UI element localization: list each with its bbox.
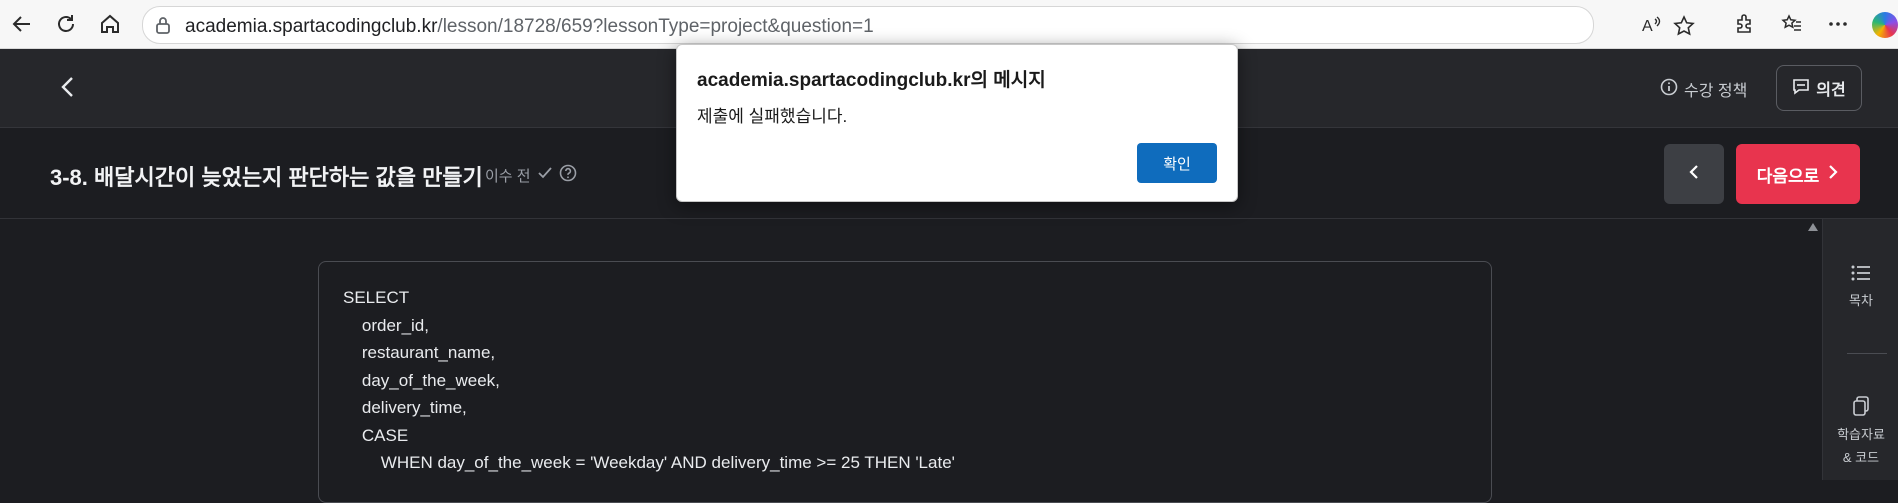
url-text[interactable]: academia.spartacodingclub.kr/lesson/1872…: [185, 16, 874, 38]
chevron-left-icon: [1687, 163, 1701, 186]
code-line: WHEN day_of_the_week = 'Weekday' AND del…: [343, 453, 955, 472]
code-line: day_of_the_week,: [343, 370, 500, 390]
code-block: SELECT order_id, restaurant_name, day_of…: [318, 261, 1492, 503]
back-arrow-icon[interactable]: [6, 8, 38, 40]
address-bar[interactable]: academia.spartacodingclub.kr/lesson/1872…: [142, 6, 1695, 44]
chevron-left-icon[interactable]: [58, 75, 78, 104]
home-icon[interactable]: [94, 8, 126, 40]
code-line: CASE: [343, 425, 409, 445]
previous-button[interactable]: [1664, 144, 1724, 204]
refresh-icon[interactable]: [50, 8, 82, 40]
info-circle-icon: [1660, 78, 1678, 101]
favorite-star-icon[interactable]: [1673, 15, 1695, 42]
code-line: delivery_time,: [343, 398, 467, 417]
code-line: order_id,: [343, 315, 429, 335]
feedback-button[interactable]: 의견: [1776, 65, 1862, 111]
ok-button[interactable]: 확인: [1137, 143, 1217, 183]
completion-status: 이수 전: [485, 164, 577, 186]
materials-button[interactable]: 학습자료 & 코드: [1823, 395, 1898, 466]
materials-label-2: & 코드: [1842, 450, 1880, 465]
code-line: SELECT: [343, 288, 410, 307]
svg-text:A: A: [1642, 18, 1653, 35]
side-panel: 목차 학습자료 & 코드: [1822, 219, 1898, 480]
url-domain: academia.spartacodingclub.kr: [185, 16, 438, 37]
feedback-label: 의견: [1816, 82, 1846, 99]
extensions-icon[interactable]: [1728, 8, 1760, 40]
policy-label: 수강 정책: [1684, 83, 1748, 100]
alert-dialog: academia.spartacodingclub.kr의 메시지 제출에 실패…: [676, 44, 1238, 202]
chat-bubble-icon: [1792, 77, 1810, 100]
code-line: restaurant_name,: [343, 343, 496, 362]
lock-icon[interactable]: [155, 16, 171, 39]
check-icon: [537, 166, 553, 184]
browser-toolbar: academia.spartacodingclub.kr/lesson/1872…: [0, 0, 1898, 49]
side-divider: [1847, 353, 1887, 354]
more-menu-icon[interactable]: [1822, 8, 1854, 40]
scroll-up-arrow-icon[interactable]: [1808, 223, 1818, 231]
status-label: 이수 전: [485, 167, 531, 185]
toc-label: 목차: [1849, 293, 1873, 308]
favorites-list-icon[interactable]: [1776, 8, 1808, 40]
lesson-title: 3-8. 배달시간이 늦었는지 판단하는 값을 만들기: [50, 165, 483, 190]
url-path: /lesson/18728/659?lessonType=project&que…: [437, 16, 874, 37]
read-aloud-icon[interactable]: A: [1641, 15, 1663, 40]
policy-link[interactable]: 수강 정책: [1660, 77, 1747, 101]
copilot-icon[interactable]: [1872, 12, 1898, 38]
next-label: 다음으로: [1756, 166, 1820, 186]
materials-label-1: 학습자료: [1837, 427, 1885, 442]
dialog-message: 제출에 실패했습니다.: [697, 107, 848, 126]
dialog-title: academia.spartacodingclub.kr의 메시지: [697, 70, 1046, 91]
chevron-right-icon: [1827, 163, 1839, 186]
code-lines: SELECT order_id, restaurant_name, day_of…: [343, 284, 955, 477]
toc-button[interactable]: 목차: [1823, 263, 1898, 309]
copy-icon: [1823, 395, 1898, 420]
list-icon: [1823, 263, 1898, 286]
next-button[interactable]: 다음으로: [1736, 144, 1860, 204]
help-circle-icon[interactable]: [559, 164, 577, 186]
